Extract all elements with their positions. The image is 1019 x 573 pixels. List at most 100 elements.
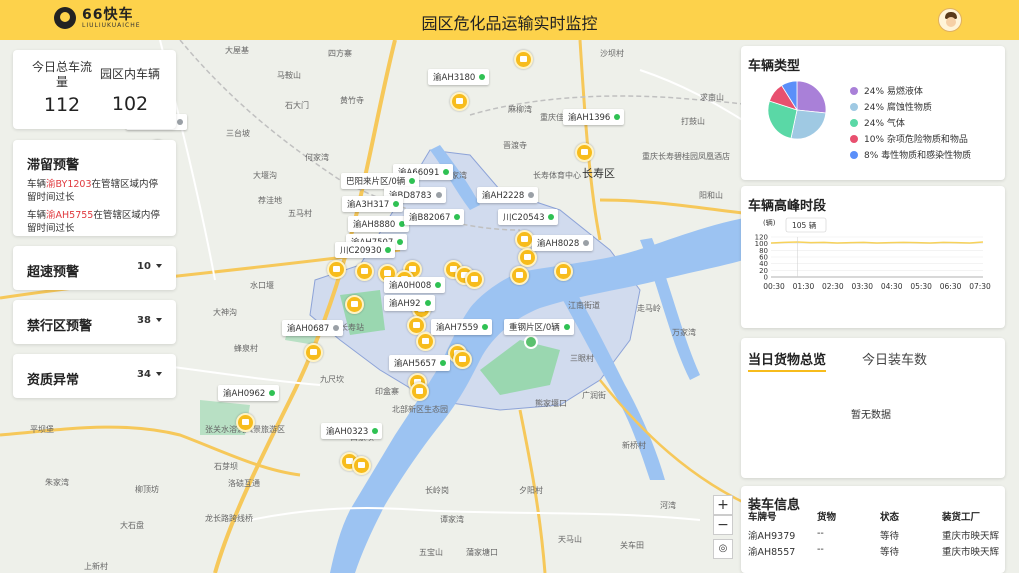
truck-marker-icon[interactable] [514, 50, 533, 69]
zoom-out-button[interactable]: − [713, 515, 733, 535]
map-place-label: 北部新区生态园 [392, 405, 448, 414]
map-place-label: 谭家湾 [440, 515, 464, 524]
map-place-label: 长寿体育中心 [533, 171, 581, 180]
map-place-label: 荐洼地 [258, 196, 282, 205]
vehicle-type-pie-chart[interactable] [767, 80, 827, 140]
tab-loading-count[interactable]: 今日装车数 [862, 349, 927, 368]
map-place-label: 长寿区 [582, 167, 615, 180]
map-place-label: 三眼村 [570, 354, 594, 363]
vehicle-plate-label[interactable]: 渝AH8880 [348, 216, 410, 232]
chart-tooltip-text: 105 辆 [792, 220, 817, 230]
truck-marker-icon[interactable] [410, 382, 429, 401]
map-place-label: 五宝山 [419, 548, 443, 557]
map-place-label: 马鞍山 [277, 71, 301, 80]
vehicle-plate-label[interactable]: 渝AH1396 [563, 109, 625, 125]
map-place-label: 求南山 [700, 93, 724, 102]
truck-marker-icon[interactable] [352, 456, 371, 475]
truck-marker-icon[interactable] [236, 413, 255, 432]
vehicle-plate-label[interactable]: 渝B82067 [404, 209, 465, 225]
zoom-in-button[interactable]: + [713, 495, 733, 515]
vehicle-plate-label[interactable]: 重钢片区/0辆 [504, 319, 574, 335]
map-place-label: 天马山 [558, 535, 582, 544]
locate-icon[interactable]: ◎ [713, 539, 733, 559]
map-place-label: 熊家堰口 [535, 399, 567, 408]
truck-marker-icon[interactable] [453, 350, 472, 369]
total-flow-value: 112 [43, 94, 81, 116]
tab-cargo-overview[interactable]: 当日货物总览 [748, 349, 827, 372]
in-park-value: 102 [111, 93, 149, 115]
truck-marker-icon[interactable] [304, 343, 323, 362]
speed-alert-count-dropdown[interactable]: 10 [137, 261, 162, 272]
map-place-label: 大石盘 [120, 521, 144, 530]
map-place-label: 重庆长寿碧桂园凤凰酒店 [642, 152, 730, 161]
truck-marker-icon[interactable] [554, 262, 573, 281]
truck-marker-icon[interactable] [327, 260, 346, 279]
col-header-status: 状态 [880, 512, 900, 523]
truck-marker-icon[interactable] [345, 295, 364, 314]
qualification-alert-panel[interactable]: 资质异常 34 [13, 354, 176, 398]
vehicle-plate-label[interactable]: 渝AH0323 [321, 423, 383, 439]
col-header-cargo: 货物 [817, 512, 837, 523]
stay-alert-item[interactable]: 车辆渝BY1203在管辖区域内停留时间过长 [27, 178, 167, 204]
x-tick-label: 02:30 [822, 282, 844, 291]
truck-marker-icon[interactable] [450, 92, 469, 111]
stay-alert-title: 滞留预警 [27, 158, 80, 173]
legend-item: 8% 毒性物质和感染性物质 [850, 148, 971, 161]
vehicle-plate-label[interactable]: 渝AH5657 [389, 355, 451, 371]
vehicle-plate-label[interactable]: 川C20930 [335, 242, 396, 258]
map-place-label: 江南街道 [568, 301, 600, 310]
map-place-label: 四方寨 [328, 49, 352, 58]
vehicle-plate-label[interactable]: 渝AH2228 [477, 187, 539, 203]
forbid-alert-panel[interactable]: 禁行区预警 38 [13, 300, 176, 344]
park-marker-icon[interactable] [524, 335, 538, 349]
vehicle-plate-label[interactable]: 渝AH0962 [218, 385, 280, 401]
truck-marker-icon[interactable] [510, 266, 529, 285]
top-header: 66快车 LIULIUKUAICHE 园区危化品运输实时监控 [0, 0, 1019, 40]
map-place-label: 水口堰 [250, 281, 274, 290]
legend-label: 10% 杂项危险物质和物品 [864, 135, 968, 145]
qualification-alert-count-dropdown[interactable]: 34 [137, 369, 162, 380]
vehicle-plate-label[interactable]: 川C20543 [498, 209, 559, 225]
truck-marker-icon[interactable] [575, 143, 594, 162]
loading-info-panel: 装车信息 车牌号 货物 状态 装货工厂 渝AH9379 -- 等待 重庆市映天辉… [741, 486, 1005, 573]
vehicle-plate-label[interactable]: 渝A3H317 [342, 196, 404, 212]
map-place-label: 黄竹寺 [340, 96, 364, 105]
legend-dot-icon [850, 150, 858, 159]
stats-panel: 今日总车流量 112 园区内车辆 102 [13, 50, 176, 129]
peak-line-chart[interactable]: (辆) 105 辆02040608010012000:30 01:30 02:30 03… [741, 215, 1005, 300]
forbid-alert-count-dropdown[interactable]: 38 [137, 315, 162, 326]
speed-alert-panel[interactable]: 超速预警 10 [13, 246, 176, 290]
forbid-alert-title: 禁行区预警 [27, 319, 93, 334]
legend-label: 24% 气体 [864, 119, 905, 129]
in-park-stat: 园区内车辆 102 [97, 67, 163, 115]
truck-marker-icon[interactable] [465, 270, 484, 289]
map-place-label: 柳顶坊 [135, 485, 159, 494]
map-place-label: 新桥村 [622, 441, 646, 450]
map-place-label: 河湾 [660, 501, 676, 510]
total-flow-stat: 今日总车流量 112 [27, 60, 97, 116]
vehicle-plate-label[interactable]: 渝AH7559 [431, 319, 493, 335]
cargo-empty-state: 暂无数据 [851, 410, 891, 421]
vehicle-plate-label[interactable]: 渝AH3180 [428, 69, 490, 85]
x-tick-label: 07:30 [969, 282, 991, 291]
stay-alert-item[interactable]: 车辆渝AH5755在管辖区域内停留时间过长 [27, 209, 167, 235]
vehicle-plate-label[interactable]: 渝AH92 [384, 295, 435, 311]
truck-marker-icon[interactable] [355, 262, 374, 281]
map-place-label: 长岭岗 [425, 486, 449, 495]
legend-dot-icon [850, 118, 858, 127]
legend-label: 24% 易燃液体 [864, 87, 923, 97]
vehicle-plate-label[interactable]: 渝AH0687 [282, 320, 344, 336]
pie-slice[interactable] [796, 80, 827, 114]
legend-item: 10% 杂项危险物质和物品 [850, 132, 968, 145]
vehicle-plate-label[interactable]: 渝AH8028 [532, 235, 594, 251]
map-place-label: 龙长路跨线桥 [205, 514, 253, 523]
map-place-label: 万家湾 [672, 328, 696, 337]
map-place-label: 三台坡 [226, 129, 250, 138]
map-place-label: 沙坝村 [600, 49, 624, 58]
vehicle-plate-label[interactable]: 渝A0H008 [384, 277, 446, 293]
user-avatar[interactable] [938, 8, 962, 32]
map-place-label: 阳和山 [699, 191, 723, 200]
series-line[interactable] [770, 241, 984, 244]
map-place-label: 平坝堡 [30, 425, 54, 434]
x-tick-label: 05:30 [910, 282, 932, 291]
